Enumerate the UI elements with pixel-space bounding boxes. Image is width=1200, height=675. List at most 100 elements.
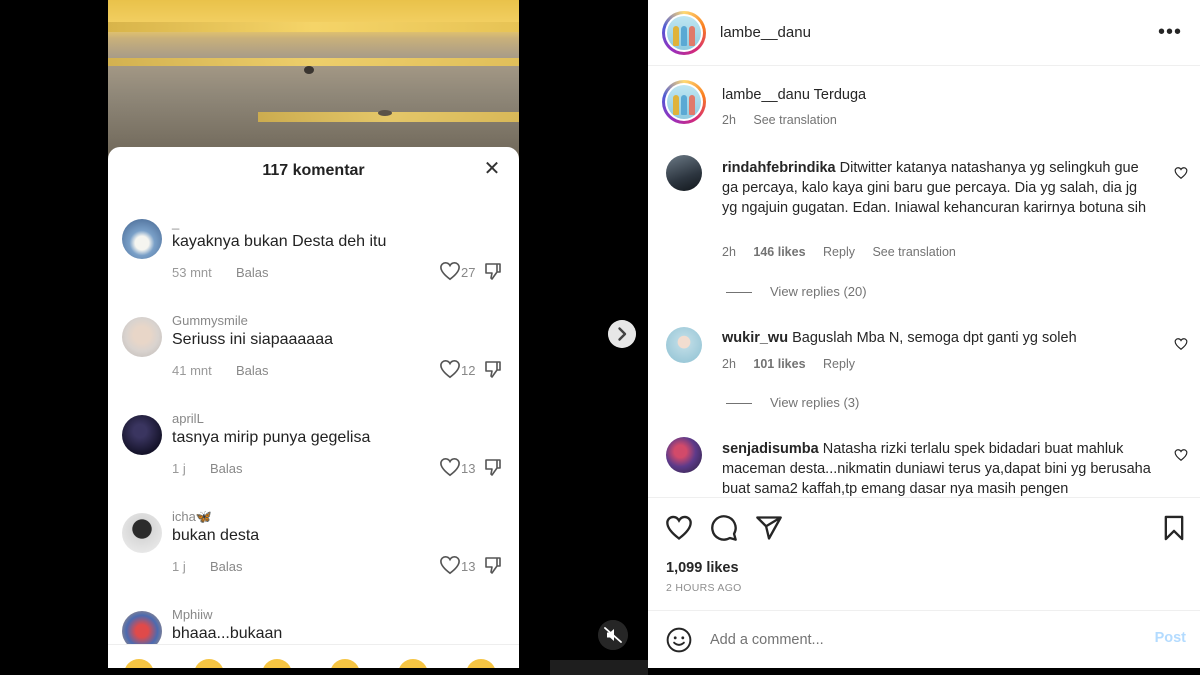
video-frame[interactable]: 117 komentar ✕ _ kayaknya bukan Desta de… (108, 0, 519, 668)
dislike-icon[interactable] (483, 359, 503, 379)
dislike-icon[interactable] (483, 555, 503, 575)
see-translation-link[interactable]: See translation (872, 245, 955, 259)
heart-icon[interactable] (439, 457, 461, 477)
heart-icon[interactable] (665, 514, 693, 542)
post-actions: 1,099 likes 2 HOURS AGO (648, 497, 1200, 610)
view-replies-button[interactable]: View replies (20) (726, 284, 867, 299)
chevron-right-icon[interactable] (608, 320, 636, 348)
comment-username[interactable]: Gummysmile (172, 313, 248, 328)
emoji-icon[interactable] (398, 659, 428, 668)
comment-text: bukan desta (172, 527, 260, 544)
like-count: 27 (461, 265, 476, 280)
comment-time: 1 j (172, 559, 186, 574)
avatar (122, 415, 162, 455)
comment-time: 2h (722, 357, 736, 371)
share-icon[interactable] (755, 514, 783, 542)
comment-count-title: 117 komentar (262, 162, 365, 179)
comment-text: Baguslah Mba N, semoga dpt ganti yg sole… (792, 330, 1077, 346)
comment-icon[interactable] (710, 514, 738, 542)
heart-icon[interactable] (1174, 337, 1188, 351)
comment-body: rindahfebrindika Ditwitter katanya natas… (722, 158, 1154, 218)
avatar (122, 219, 162, 259)
reply-button[interactable]: Balas (210, 461, 243, 476)
comment-username[interactable]: aprilL (172, 411, 204, 426)
comment-likes[interactable]: 146 likes (753, 245, 805, 259)
reply-button[interactable]: Balas (236, 265, 269, 280)
emoji-bar (108, 644, 519, 668)
tiktok-comment: Mphiiw bhaaa...bukaan (108, 607, 519, 651)
likes-count[interactable]: 1,099 likes (666, 560, 739, 576)
post-header: lambe__danu ••• (648, 0, 1200, 66)
like-count: 13 (461, 559, 476, 574)
avatar[interactable] (666, 437, 702, 473)
post-timestamp: 2 HOURS AGO (666, 582, 742, 594)
post-author-username[interactable]: lambe__danu (720, 24, 811, 41)
emoji-icon[interactable] (330, 659, 360, 668)
reply-button[interactable]: Balas (210, 559, 243, 574)
comment-text: tasnya mirip punya gegelisa (172, 429, 371, 446)
smile-icon[interactable] (666, 627, 692, 653)
avatar[interactable] (666, 155, 702, 191)
comment-username[interactable]: rindahfebrindika (722, 160, 836, 176)
tiktok-comment: Gummysmile Seriuss ini siapaaaaaa 41 mnt… (108, 313, 519, 411)
close-icon[interactable]: ✕ (481, 158, 503, 180)
video-background (108, 0, 519, 160)
comments-sheet: 117 komentar ✕ _ kayaknya bukan Desta de… (108, 147, 519, 668)
emoji-icon[interactable] (262, 659, 292, 668)
comment-username[interactable]: wukir_wu (722, 330, 788, 346)
comment-text: bhaaa...bukaan (172, 625, 283, 642)
comment-username[interactable]: senjadisumba (722, 441, 819, 457)
dislike-icon[interactable] (483, 261, 503, 281)
tiktok-comment: aprilL tasnya mirip punya gegelisa 1 j B… (108, 411, 519, 509)
comment-meta: 2h 101 likes Reply (722, 357, 869, 371)
reply-button[interactable]: Reply (823, 357, 855, 371)
more-icon[interactable]: ••• (1158, 22, 1182, 42)
comment-username[interactable]: Mphiiw (172, 607, 212, 622)
screen: 117 komentar ✕ _ kayaknya bukan Desta de… (0, 0, 1200, 675)
reply-button[interactable]: Balas (236, 363, 269, 378)
avatar (122, 317, 162, 357)
background-strip (550, 660, 648, 675)
heart-icon[interactable] (1174, 166, 1188, 180)
heart-icon[interactable] (439, 359, 461, 379)
comment-meta: 2h 146 likes Reply See translation (722, 245, 970, 259)
heart-icon[interactable] (439, 555, 461, 575)
avatar[interactable] (666, 327, 702, 363)
comment-time: 1 j (172, 461, 186, 476)
media-panel: 117 komentar ✕ _ kayaknya bukan Desta de… (0, 0, 648, 675)
caption-time: 2h (722, 113, 736, 127)
heart-icon[interactable] (1174, 448, 1188, 462)
like-count: 13 (461, 461, 476, 476)
view-replies-button[interactable]: View replies (3) (726, 395, 859, 410)
caption-username[interactable]: lambe__danu (722, 87, 810, 103)
comment-username[interactable]: _ (172, 215, 179, 230)
comment-time: 2h (722, 245, 736, 259)
comment-text: Seriuss ini siapaaaaaa (172, 331, 333, 348)
dislike-icon[interactable] (483, 457, 503, 477)
comment-body: senjadisumba Natasha rizki terlalu spek … (722, 439, 1154, 497)
heart-icon[interactable] (439, 261, 461, 281)
emoji-icon[interactable] (124, 659, 154, 668)
see-translation-link[interactable]: See translation (753, 113, 836, 127)
avatar[interactable] (662, 80, 706, 124)
tiktok-comment: icha🦋 bukan desta 1 j Balas 13 (108, 509, 519, 607)
like-count: 12 (461, 363, 476, 378)
post-panel: lambe__danu ••• lambe__danu Terduga 2h S… (648, 0, 1200, 668)
emoji-icon[interactable] (194, 659, 224, 668)
caption-meta: 2h See translation (722, 113, 851, 127)
comment-username[interactable]: icha🦋 (172, 509, 212, 525)
caption: lambe__danu Terduga (722, 85, 1154, 105)
bookmark-icon[interactable] (1160, 514, 1188, 542)
comment-input[interactable] (710, 627, 1130, 653)
emoji-icon[interactable] (466, 659, 496, 668)
add-comment-bar: Post (648, 610, 1200, 668)
avatar[interactable] (662, 11, 706, 55)
comments-list: lambe__danu Terduga 2h See translation r… (648, 67, 1200, 497)
comment-likes[interactable]: 101 likes (753, 357, 805, 371)
comment-text: kayaknya bukan Desta deh itu (172, 233, 387, 250)
comment-body: wukir_wu Baguslah Mba N, semoga dpt gant… (722, 328, 1154, 348)
mute-icon[interactable] (598, 620, 628, 650)
post-comment-button[interactable]: Post (1155, 630, 1186, 646)
reply-button[interactable]: Reply (823, 245, 855, 259)
comment-time: 41 mnt (172, 363, 212, 378)
